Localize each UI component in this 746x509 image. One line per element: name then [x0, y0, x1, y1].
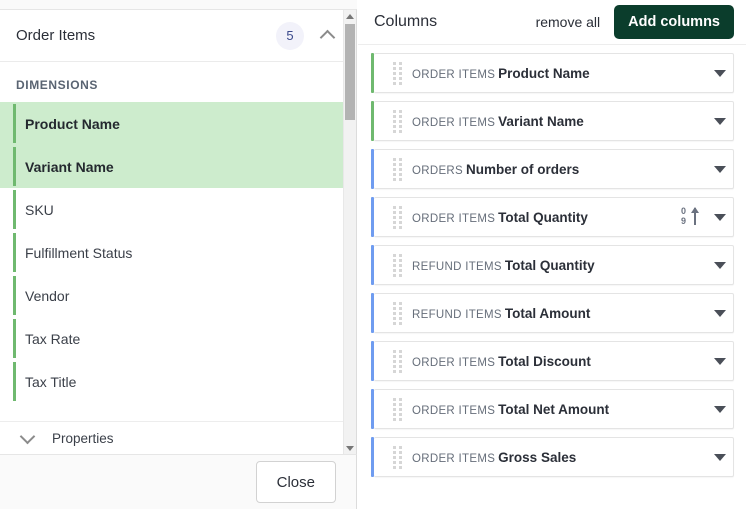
- column-label: ORDER ITEMS Total Net Amount: [408, 402, 707, 417]
- drag-handle-icon[interactable]: [386, 397, 408, 421]
- group-title: Order Items: [16, 27, 96, 44]
- column-label: ORDER ITEMS Total Discount: [408, 354, 707, 369]
- column-row[interactable]: ORDER ITEMS Gross Sales: [371, 437, 734, 477]
- drag-handle-icon[interactable]: [386, 301, 408, 325]
- dimension-item[interactable]: Fulfillment Status: [0, 231, 346, 274]
- column-source: ORDER ITEMS: [412, 356, 496, 369]
- group-selection-count-badge: 5: [276, 21, 304, 50]
- drag-handle-icon[interactable]: [386, 61, 408, 85]
- drag-handle-icon[interactable]: [386, 253, 408, 277]
- chevron-down-caret-icon[interactable]: [707, 60, 733, 86]
- dimension-label: Fulfillment Status: [25, 244, 133, 261]
- column-source: ORDER ITEMS: [412, 116, 496, 129]
- chevron-down-icon: [20, 430, 36, 446]
- properties-label: Properties: [52, 430, 114, 446]
- column-name: Total Quantity: [498, 209, 588, 225]
- drag-handle-icon[interactable]: [386, 445, 408, 469]
- dimension-item[interactable]: Tax Title: [0, 360, 346, 403]
- dimension-item[interactable]: Vendor: [0, 274, 346, 317]
- remove-all-link[interactable]: remove all: [536, 14, 601, 30]
- column-label: REFUND ITEMS Total Quantity: [408, 258, 707, 273]
- order-items-group-header[interactable]: Order Items 5: [0, 10, 356, 62]
- close-button[interactable]: Close: [255, 461, 336, 503]
- column-name: Total Net Amount: [498, 401, 610, 417]
- scrollbar-thumb[interactable]: [345, 24, 355, 120]
- column-label: ORDER ITEMS Product Name: [408, 66, 707, 81]
- dimensions-list: Product Name Variant Name SKU Fulfillmen…: [0, 102, 356, 403]
- dimension-item[interactable]: Product Name: [0, 102, 346, 145]
- columns-panel: Columns remove all Add columns ORDER ITE…: [358, 0, 746, 509]
- drag-handle-icon[interactable]: [386, 157, 408, 181]
- column-row[interactable]: ORDER ITEMS Total Net Amount: [371, 389, 734, 429]
- column-name: Total Quantity: [504, 257, 595, 273]
- chevron-down-caret-icon[interactable]: [707, 108, 733, 134]
- sort-ascending-0-9-icon[interactable]: 09: [681, 206, 703, 227]
- chevron-down-caret-icon[interactable]: [707, 204, 733, 230]
- column-name: Product Name: [498, 65, 590, 81]
- column-name: Variant Name: [498, 113, 584, 129]
- column-source: REFUND ITEMS: [412, 308, 502, 321]
- dimension-label: Product Name: [25, 115, 120, 132]
- dimension-picker-card: Order Items 5 DIMENSIONS Product Name Va…: [0, 9, 357, 455]
- dimension-label: SKU: [25, 201, 54, 218]
- dimension-label: Vendor: [25, 287, 70, 304]
- column-name: Number of orders: [466, 161, 580, 177]
- column-label: ORDER ITEMS Gross Sales: [408, 450, 707, 465]
- column-source: ORDERS: [412, 164, 464, 177]
- column-name: Total Discount: [498, 353, 591, 369]
- column-source: ORDER ITEMS: [412, 404, 496, 417]
- column-row[interactable]: ORDERS Number of orders: [371, 149, 734, 189]
- chevron-down-caret-icon[interactable]: [707, 444, 733, 470]
- column-row[interactable]: ORDER ITEMS Total Discount: [371, 341, 734, 381]
- chevron-down-caret-icon[interactable]: [707, 300, 733, 326]
- panel-footer: Close: [0, 455, 357, 509]
- dimensions-section-label: DIMENSIONS: [16, 78, 99, 92]
- column-source: ORDER ITEMS: [412, 68, 496, 81]
- column-row[interactable]: REFUND ITEMS Total Amount: [371, 293, 734, 333]
- chevron-down-caret-icon[interactable]: [707, 252, 733, 278]
- column-label: REFUND ITEMS Total Amount: [408, 306, 707, 321]
- column-name: Total Amount: [504, 305, 591, 321]
- dimension-item[interactable]: SKU: [0, 188, 346, 231]
- chevron-down-caret-icon[interactable]: [707, 348, 733, 374]
- dimension-label: Tax Rate: [25, 330, 81, 347]
- column-row[interactable]: REFUND ITEMS Total Quantity: [371, 245, 734, 285]
- column-name: Gross Sales: [498, 449, 577, 465]
- column-row[interactable]: ORDER ITEMS Variant Name: [371, 101, 734, 141]
- add-columns-button[interactable]: Add columns: [614, 5, 734, 39]
- columns-title: Columns: [374, 13, 438, 30]
- column-label: ORDERS Number of orders: [408, 162, 707, 177]
- dimension-item[interactable]: Tax Rate: [0, 317, 346, 360]
- columns-header: Columns remove all Add columns: [358, 0, 746, 45]
- column-row[interactable]: ORDER ITEMS Product Name: [371, 53, 734, 93]
- column-source: ORDER ITEMS: [412, 212, 496, 225]
- scroll-down-arrow-icon[interactable]: [344, 442, 356, 454]
- column-label: ORDER ITEMS Variant Name: [408, 114, 707, 129]
- chevron-down-caret-icon[interactable]: [707, 396, 733, 422]
- dimension-list-scrollbar[interactable]: [343, 10, 356, 454]
- chevron-down-caret-icon[interactable]: [707, 156, 733, 182]
- dimension-label: Variant Name: [25, 158, 114, 175]
- properties-section-header[interactable]: Properties: [0, 421, 356, 454]
- chevron-up-icon[interactable]: [320, 28, 336, 44]
- dimension-picker-panel: Order Items 5 DIMENSIONS Product Name Va…: [0, 0, 357, 509]
- column-row[interactable]: ORDER ITEMS Total Quantity 09: [371, 197, 734, 237]
- column-source: ORDER ITEMS: [412, 452, 496, 465]
- column-label: ORDER ITEMS Total Quantity: [408, 210, 681, 225]
- scroll-up-arrow-icon[interactable]: [344, 10, 356, 22]
- dimension-item[interactable]: Variant Name: [0, 145, 346, 188]
- drag-handle-icon[interactable]: [386, 205, 408, 229]
- columns-list: ORDER ITEMS Product Name ORDER ITEMS Varia…: [358, 53, 746, 485]
- dimension-label: Tax Title: [25, 373, 77, 390]
- column-source: REFUND ITEMS: [412, 260, 502, 273]
- drag-handle-icon[interactable]: [386, 349, 408, 373]
- drag-handle-icon[interactable]: [386, 109, 408, 133]
